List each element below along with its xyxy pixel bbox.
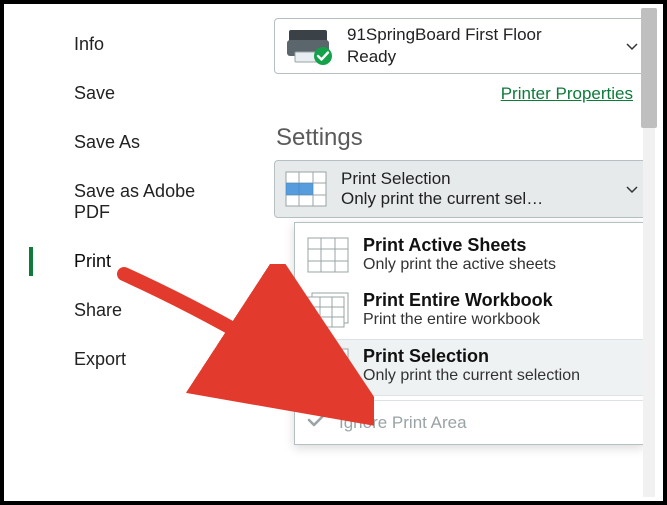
sidebar-label: Save (74, 83, 115, 103)
sidebar-label: Share (74, 300, 122, 320)
sidebar-item-share[interactable]: Share (4, 286, 234, 335)
sheet-selection-icon (307, 348, 349, 384)
printer-icon (285, 26, 335, 66)
sidebar-label: Info (74, 34, 104, 54)
chevron-down-icon (626, 181, 638, 197)
option-title: Print Entire Workbook (363, 290, 553, 311)
scroll-thumb[interactable] (641, 8, 657, 128)
option-sub: Print the entire workbook (363, 311, 553, 329)
chevron-down-icon (626, 38, 638, 54)
print-what-menu: Print Active Sheets Only print the activ… (294, 222, 644, 445)
workbook-icon (307, 292, 349, 328)
printer-info: 91SpringBoard First Floor Ready (347, 25, 542, 67)
sheet-icon (307, 237, 349, 273)
sidebar-item-info[interactable]: Info (4, 20, 234, 69)
option-title: Print Active Sheets (363, 235, 556, 256)
sidebar-label: Save As (74, 132, 140, 152)
sidebar-item-save-as[interactable]: Save As (4, 118, 234, 167)
check-icon (307, 411, 329, 434)
option-sub: Only print the active sheets (363, 256, 556, 274)
dropdown-subtitle: Only print the current sele… (341, 189, 551, 209)
sidebar-item-print[interactable]: Print (4, 237, 234, 286)
sidebar-item-save[interactable]: Save (4, 69, 234, 118)
printer-status: Ready (347, 47, 542, 67)
option-text: Print Entire Workbook Print the entire w… (363, 290, 553, 329)
backstage-sidebar: Info Save Save As Save as Adobe PDF Prin… (4, 4, 234, 501)
scrollbar[interactable] (641, 8, 657, 497)
printer-name: 91SpringBoard First Floor (347, 25, 542, 45)
printer-properties-link[interactable]: Printer Properties (501, 84, 633, 103)
printer-properties-link-wrap: Printer Properties (274, 84, 633, 104)
dropdown-text: Print Selection Only print the current s… (341, 169, 551, 209)
print-what-dropdown[interactable]: Print Selection Only print the current s… (274, 160, 649, 218)
settings-heading: Settings (276, 124, 649, 152)
dropdown-title: Print Selection (341, 169, 551, 189)
sidebar-item-export[interactable]: Export (4, 335, 234, 384)
option-print-selection[interactable]: Print Selection Only print the current s… (295, 339, 643, 396)
sidebar-label: Print (74, 251, 111, 271)
option-print-active-sheets[interactable]: Print Active Sheets Only print the activ… (295, 229, 643, 284)
printer-selector[interactable]: 91SpringBoard First Floor Ready (274, 18, 649, 74)
sheet-selection-icon (285, 171, 327, 207)
option-print-entire-workbook[interactable]: Print Entire Workbook Print the entire w… (295, 284, 643, 339)
option-ignore-print-area[interactable]: Ignore Print Area (295, 400, 643, 444)
option-title: Print Selection (363, 346, 580, 367)
option-text: Print Selection Only print the current s… (363, 346, 580, 385)
app-frame: Info Save Save As Save as Adobe PDF Prin… (0, 0, 667, 505)
option-sub: Only print the current selection (363, 367, 580, 385)
ignore-label: Ignore Print Area (339, 413, 467, 433)
sidebar-item-save-adobe-pdf[interactable]: Save as Adobe PDF (4, 167, 234, 237)
option-text: Print Active Sheets Only print the activ… (363, 235, 556, 274)
sidebar-label: Export (74, 349, 126, 369)
sidebar-label: Save as Adobe PDF (74, 181, 195, 222)
